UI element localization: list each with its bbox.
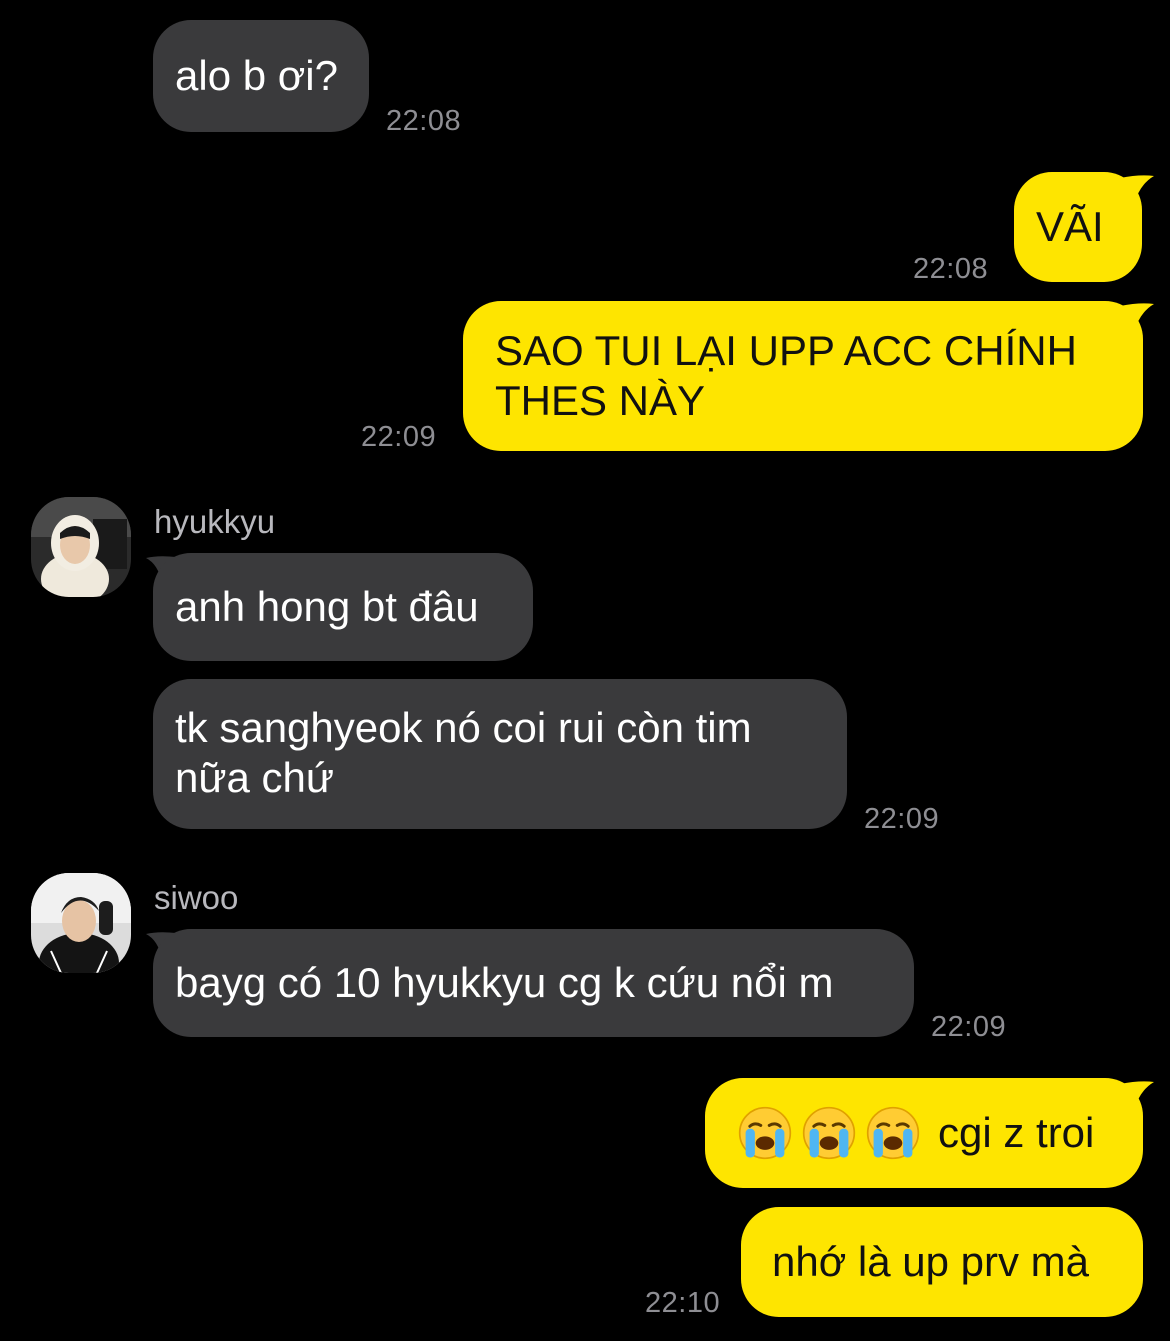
message-bubble-outgoing[interactable]: SAO TUI LẠI UPP ACC CHÍNH THES NÀY — [463, 301, 1143, 451]
avatar-siwoo[interactable] — [31, 873, 131, 973]
message-timestamp: 22:08 — [386, 105, 462, 137]
message-text: cgi z troi — [938, 1109, 1095, 1156]
message-text: alo b ơi? — [175, 52, 338, 99]
message-timestamp: 22:09 — [361, 421, 437, 453]
avatar-hyukkyu[interactable] — [31, 497, 131, 597]
loudly-crying-face-icon — [802, 1106, 856, 1160]
sender-name: siwoo — [154, 879, 239, 916]
message-text: bayg có 10 hyukkyu cg k cứu nổi m — [175, 959, 834, 1006]
message-bubble-outgoing[interactable]: cgi z troi — [705, 1078, 1143, 1188]
message-text: SAO TUI LẠI UPP ACC CHÍNH THES NÀY — [495, 327, 1077, 424]
message-text: nhớ là up prv mà — [772, 1238, 1090, 1285]
message-bubble-incoming[interactable]: bayg có 10 hyukkyu cg k cứu nổi m — [153, 929, 914, 1037]
profile-photo-icon — [31, 497, 131, 597]
message-text: anh hong bt đâu — [175, 583, 479, 630]
message-bubble-incoming[interactable]: tk sanghyeok nó coi rui còn tim nữa chứ — [153, 679, 847, 829]
sender-name: hyukkyu — [154, 503, 276, 540]
message-bubble-incoming[interactable]: anh hong bt đâu — [153, 553, 533, 661]
message-bubble-outgoing[interactable]: VÃI — [1014, 172, 1142, 282]
message-bubble-outgoing[interactable]: nhớ là up prv mà — [741, 1207, 1143, 1317]
message-text: tk sanghyeok nó coi rui còn tim nữa chứ — [175, 704, 752, 801]
message-timestamp: 22:09 — [931, 1011, 1007, 1043]
message-text: VÃI — [1036, 203, 1104, 250]
loudly-crying-face-icon — [738, 1106, 792, 1160]
loudly-crying-face-icon — [866, 1106, 920, 1160]
message-timestamp: 22:09 — [864, 803, 940, 835]
message-timestamp: 22:08 — [913, 253, 989, 285]
message-timestamp: 22:10 — [645, 1287, 721, 1319]
message-bubble-incoming[interactable]: alo b ơi? — [153, 20, 369, 132]
profile-photo-icon — [31, 873, 131, 973]
